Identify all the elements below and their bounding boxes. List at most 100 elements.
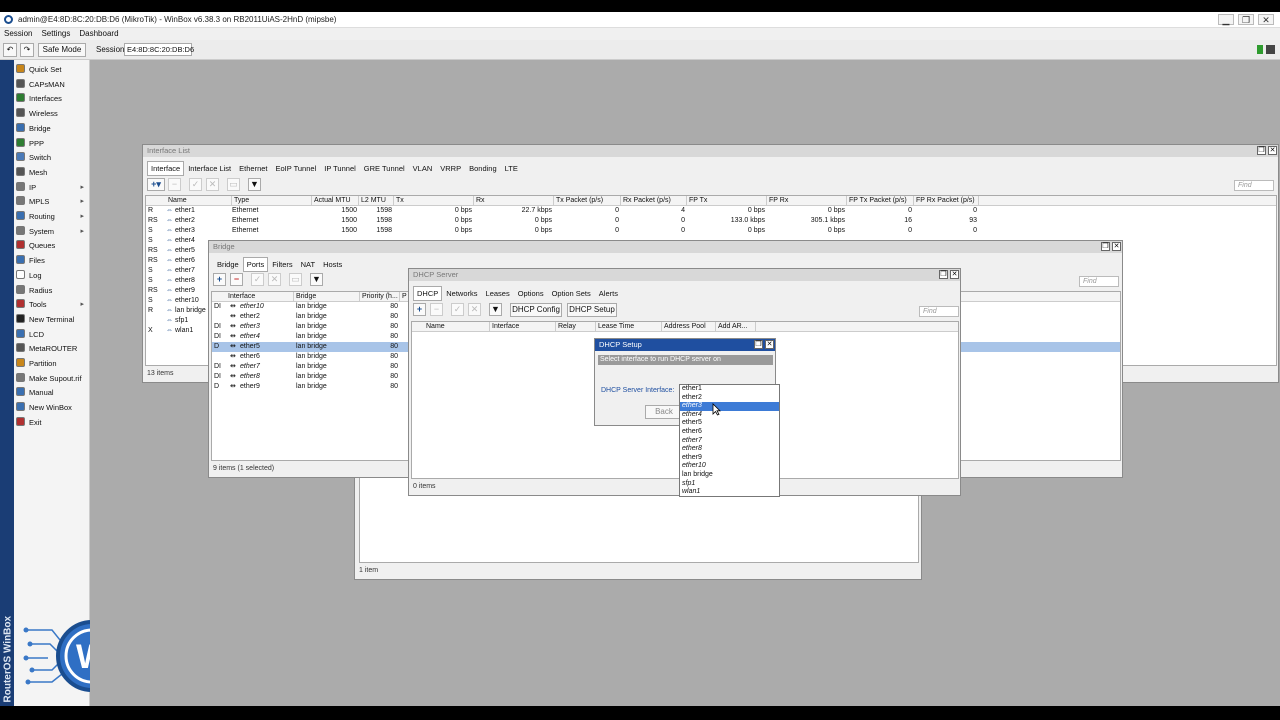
bridge-remove-icon[interactable]: −: [230, 273, 243, 286]
bridge-find-input[interactable]: Find: [1079, 276, 1119, 287]
dhcp-col-header[interactable]: Relay: [556, 322, 596, 332]
dhcp-setup-title[interactable]: DHCP Setup: [595, 339, 775, 351]
sidebar-item-partition[interactable]: Partition: [16, 357, 88, 371]
menu-dashboard[interactable]: Dashboard: [79, 28, 118, 40]
dropdown-option[interactable]: ether4: [680, 411, 779, 420]
interface-list-col-header[interactable]: Type: [232, 196, 312, 206]
dhcp-col-header[interactable]: Add AR...: [716, 322, 756, 332]
interface-list-col-header[interactable]: FP Tx Packet (p/s): [847, 196, 914, 206]
bridge-col-header[interactable]: Priority (h...: [360, 292, 400, 302]
sidebar-item-quick-set[interactable]: Quick Set: [16, 63, 88, 77]
dhcp-filter-icon[interactable]: ▼: [489, 303, 502, 316]
sidebar-item-files[interactable]: Files: [16, 254, 88, 268]
dropdown-option[interactable]: wlan1: [680, 488, 779, 497]
bridge-close-button[interactable]: ✕: [1112, 242, 1121, 251]
interface-list-restore-button[interactable]: ❐: [1257, 146, 1266, 155]
interface-list-tab-ip-tunnel[interactable]: IP Tunnel: [320, 161, 360, 176]
interface-list-col-header[interactable]: FP Tx: [687, 196, 767, 206]
interface-list-tab-vlan[interactable]: VLAN: [409, 161, 437, 176]
sidebar-item-manual[interactable]: Manual: [16, 386, 88, 400]
bridge-col-header[interactable]: Bridge: [294, 292, 360, 302]
interface-list-col-header[interactable]: L2 MTU: [359, 196, 394, 206]
dhcp-disable-icon[interactable]: ✕: [468, 303, 481, 316]
table-row[interactable]: RS ⇔ ether2 Ethernet 1500 1598 0 bps 0 bps 0 0 133…: [146, 216, 1276, 226]
comment-icon[interactable]: ▭: [227, 178, 240, 191]
dhcp-server-close-button[interactable]: ✕: [950, 270, 959, 279]
bridge-restore-button[interactable]: ❐: [1101, 242, 1110, 251]
dropdown-option[interactable]: ether9: [680, 454, 779, 463]
sidebar-item-lcd[interactable]: LCD: [16, 328, 88, 342]
interface-list-tab-bonding[interactable]: Bonding: [465, 161, 501, 176]
sidebar-item-ppp[interactable]: PPP: [16, 137, 88, 151]
sidebar-item-interfaces[interactable]: Interfaces: [16, 92, 88, 106]
dhcp-server-title[interactable]: DHCP Server: [409, 269, 960, 281]
bridge-tab-ports[interactable]: Ports: [242, 257, 269, 272]
bridge-title[interactable]: Bridge: [209, 241, 1122, 253]
dropdown-option[interactable]: ether3: [680, 402, 779, 411]
table-row[interactable]: S ⇔ ether3 Ethernet 1500 1598 0 bps 0 bps 0 0 0 bp…: [146, 226, 1276, 236]
redo-button[interactable]: ↷: [20, 43, 34, 57]
sidebar-item-mesh[interactable]: Mesh: [16, 166, 88, 180]
bridge-tab-bridge[interactable]: Bridge: [213, 257, 243, 272]
interface-list-col-header[interactable]: FP Rx Packet (p/s): [914, 196, 979, 206]
interface-dropdown-list[interactable]: ether1 ether2 ether3 ether4 ether5 ether6 ethe…: [679, 384, 780, 497]
menu-session[interactable]: Session: [4, 28, 32, 40]
dhcp-tab-alerts[interactable]: Alerts: [595, 286, 622, 301]
dhcp-setup-back-button[interactable]: Back: [645, 405, 683, 419]
interface-list-tab-interface[interactable]: Interface: [147, 161, 185, 176]
dhcp-tab-leases[interactable]: Leases: [482, 286, 514, 301]
sidebar-item-queues[interactable]: Queues: [16, 239, 88, 253]
filter-icon[interactable]: ▼: [248, 178, 261, 191]
safe-mode-button[interactable]: Safe Mode: [38, 43, 86, 57]
undo-button[interactable]: ↶: [3, 43, 17, 57]
maximize-button[interactable]: ❐: [1238, 14, 1254, 25]
dhcp-tab-option-sets[interactable]: Option Sets: [548, 286, 595, 301]
dhcp-server-restore-button[interactable]: ❐: [939, 270, 948, 279]
dhcp-col-header[interactable]: Address Pool: [662, 322, 716, 332]
sidebar-item-exit[interactable]: Exit: [16, 416, 88, 430]
bridge-tab-filters[interactable]: Filters: [268, 257, 296, 272]
dhcp-config-button[interactable]: DHCP Config: [510, 303, 562, 317]
dhcp-setup-restore-button[interactable]: ❐: [754, 340, 763, 349]
sidebar-item-tools[interactable]: Tools ▸: [16, 298, 88, 312]
dhcp-find-input[interactable]: Find: [919, 306, 959, 317]
remove-icon[interactable]: −: [168, 178, 181, 191]
sidebar-item-metarouter[interactable]: MetaROUTER: [16, 342, 88, 356]
interface-list-tab-ethernet[interactable]: Ethernet: [235, 161, 271, 176]
dhcp-col-header[interactable]: Name: [424, 322, 490, 332]
dropdown-option[interactable]: ether5: [680, 419, 779, 428]
bridge-add-icon[interactable]: +: [213, 273, 226, 286]
bridge-comment-icon[interactable]: ▭: [289, 273, 302, 286]
dhcp-setup-button[interactable]: DHCP Setup: [567, 303, 617, 317]
interface-list-find-input[interactable]: Find: [1234, 180, 1274, 191]
bridge-filter-icon[interactable]: ▼: [310, 273, 323, 286]
interface-list-col-header[interactable]: Tx: [394, 196, 474, 206]
sidebar-item-bridge[interactable]: Bridge: [16, 122, 88, 136]
dhcp-add-icon[interactable]: +: [413, 303, 426, 316]
bridge-disable-icon[interactable]: ✕: [268, 273, 281, 286]
sidebar-item-routing[interactable]: Routing ▸: [16, 210, 88, 224]
sidebar-item-ip[interactable]: IP ▸: [16, 181, 88, 195]
interface-list-col-header[interactable]: Tx Packet (p/s): [554, 196, 621, 206]
dropdown-option[interactable]: ether6: [680, 428, 779, 437]
dropdown-option[interactable]: sfp1: [680, 480, 779, 489]
sidebar-item-new-terminal[interactable]: New Terminal: [16, 313, 88, 327]
close-button[interactable]: ✕: [1258, 14, 1274, 25]
table-row[interactable]: R ⇔ ether1 Ethernet 1500 1598 0 bps 22.7 kbps 0 4…: [146, 206, 1276, 216]
dhcp-tab-options[interactable]: Options: [514, 286, 548, 301]
dhcp-tab-dhcp[interactable]: DHCP: [413, 286, 443, 301]
session-field[interactable]: E4:8D:8C:20:DB:D6: [124, 43, 194, 56]
bridge-tab-nat[interactable]: NAT: [297, 257, 319, 272]
bridge-col-header[interactable]: Interface: [226, 292, 294, 302]
dropdown-option[interactable]: lan bridge: [680, 471, 779, 480]
dropdown-option[interactable]: ether7: [680, 437, 779, 446]
interface-list-close-button[interactable]: ✕: [1268, 146, 1277, 155]
sidebar-item-new-winbox[interactable]: New WinBox: [16, 401, 88, 415]
interface-list-tab-interface-list[interactable]: Interface List: [184, 161, 235, 176]
sidebar-item-log[interactable]: Log: [16, 269, 88, 283]
bridge-enable-icon[interactable]: ✓: [251, 273, 264, 286]
dropdown-option[interactable]: ether2: [680, 394, 779, 403]
sidebar-item-system[interactable]: System ▸: [16, 225, 88, 239]
minimize-button[interactable]: ▁: [1218, 14, 1234, 25]
add-icon[interactable]: +▾: [147, 178, 165, 191]
